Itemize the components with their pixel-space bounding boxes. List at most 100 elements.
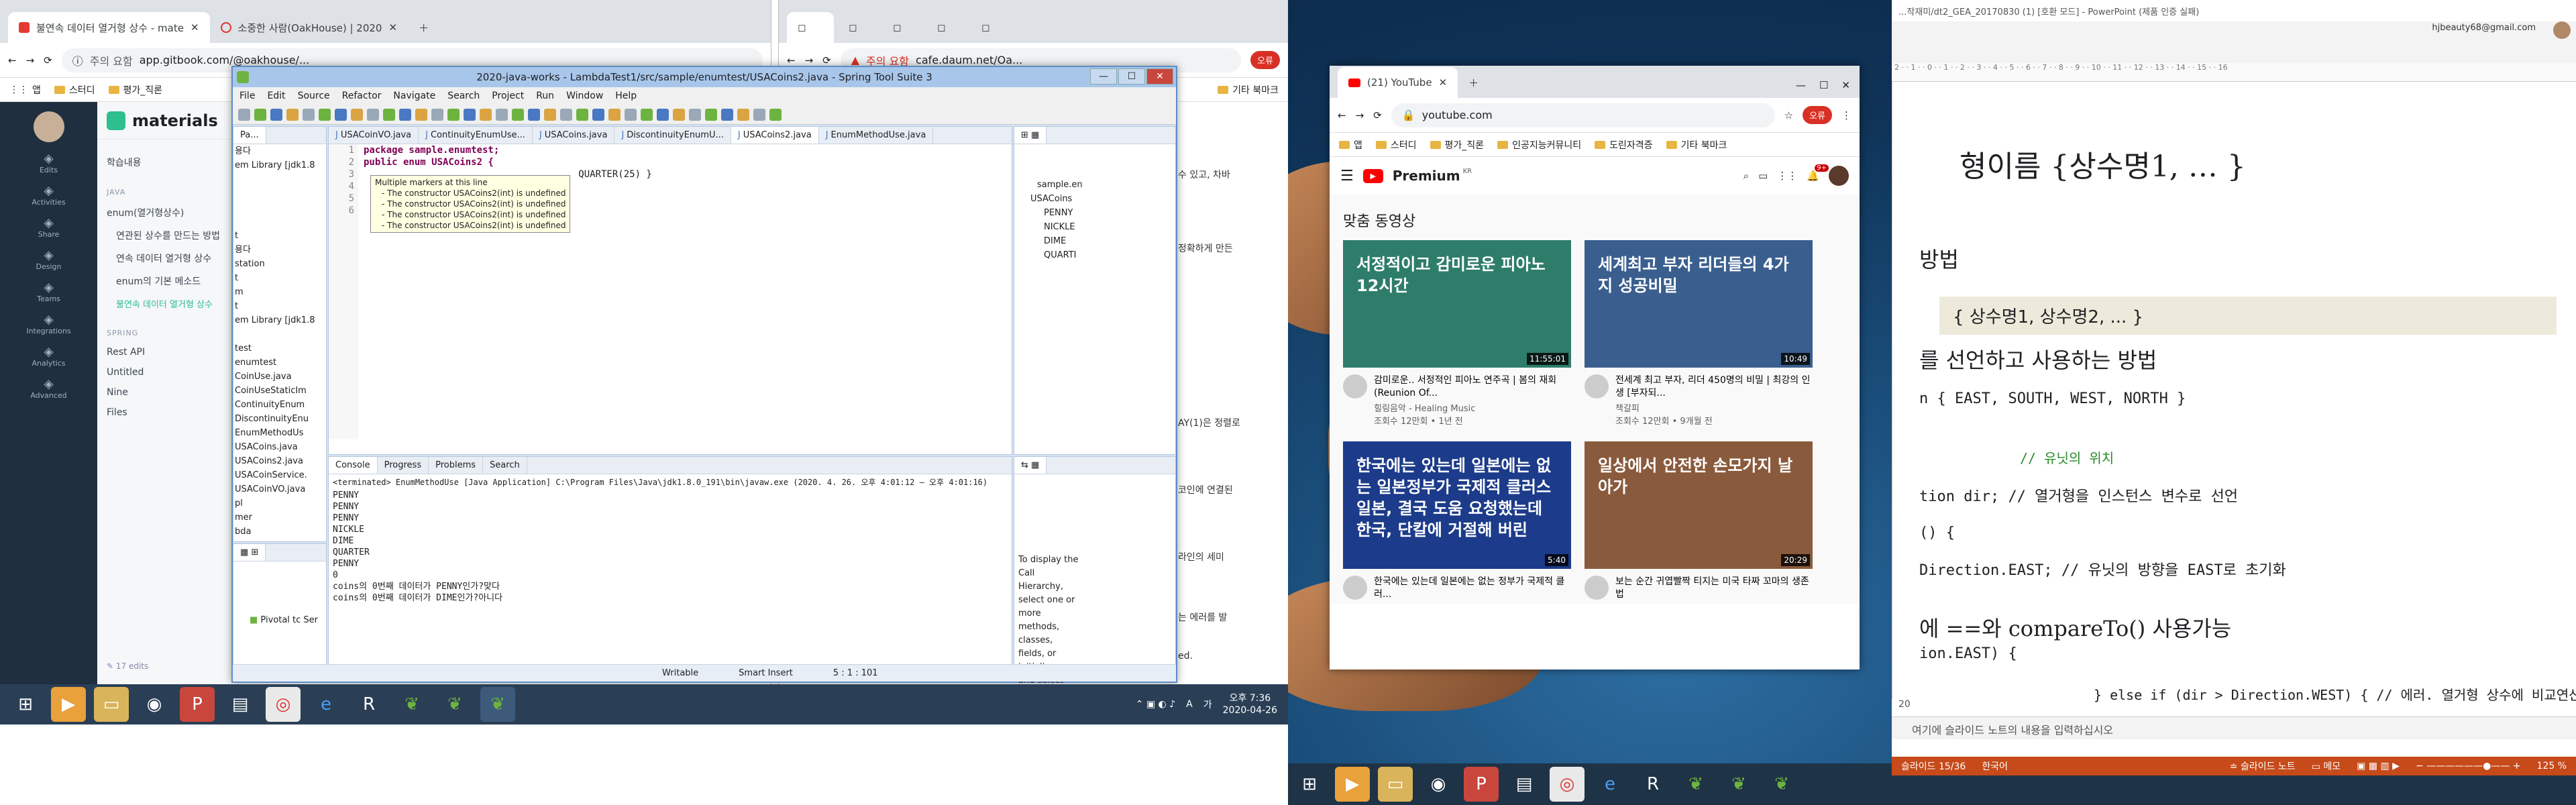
toolbar-icon[interactable] (528, 108, 540, 121)
video-thumbnail[interactable]: 일상에서 안전한 손모가지 날아가 20:29 (1585, 441, 1813, 569)
toolbar-icon[interactable] (705, 108, 717, 121)
app-icon[interactable]: ▶ (51, 687, 86, 722)
video-card[interactable]: 일상에서 안전한 손모가지 날아가 20:29 보는 순간 귀엽빨짝 티지는 미국 … (1585, 441, 1813, 604)
outline-item[interactable]: NICKLE (1030, 220, 1175, 234)
outline-item[interactable]: USACoins (1030, 192, 1175, 206)
channel-avatar[interactable] (1585, 374, 1609, 398)
menu-item[interactable]: Window (566, 91, 603, 101)
tree-item[interactable] (235, 215, 326, 229)
sts-icon[interactable]: ❦ (437, 687, 472, 722)
tree-item[interactable]: em Library [jdk1.8 (235, 313, 326, 327)
chrome-icon[interactable]: ◎ (266, 687, 301, 722)
app-icon[interactable]: ▤ (1507, 767, 1542, 802)
toolbar-icon[interactable] (286, 108, 299, 121)
search-icon[interactable]: ⌕ (1743, 170, 1749, 182)
console-tab[interactable]: Progress (378, 457, 429, 474)
sts-icon[interactable]: ❦ (394, 687, 429, 722)
notes-toggle[interactable]: ≐ 슬라이드 노트 (2230, 759, 2296, 773)
forward-icon[interactable]: → (1356, 109, 1364, 121)
view-buttons[interactable]: ▣ ▦ ▥ ▶ (2357, 761, 2400, 771)
tree-item[interactable]: station (235, 257, 326, 271)
tab-call-hierarchy[interactable]: ⇆ ▦ (1014, 457, 1047, 474)
tree-item[interactable]: EnumMethodUs (235, 426, 326, 440)
rail-item[interactable]: ◈ Advanced (0, 377, 97, 400)
channel-avatar[interactable] (1585, 576, 1609, 600)
nav-item[interactable]: 연관된 상수를 만드는 방법 (116, 229, 222, 242)
chrome-icon[interactable]: ◎ (1550, 767, 1585, 802)
toolbar-icon[interactable] (238, 108, 250, 121)
menu-item[interactable]: Navigate (393, 91, 435, 101)
toolbar-icon[interactable] (608, 108, 621, 121)
editor-tab[interactable]: J DiscontinuityEnumU... (614, 127, 731, 144)
rail-item[interactable]: ◈ Teams (0, 280, 97, 303)
console-tab[interactable]: Search (483, 457, 527, 474)
nav-item[interactable]: enum(열거형상수) (107, 206, 222, 219)
browser-tab[interactable]: ◻ (926, 12, 967, 43)
console-tab[interactable]: Problems (429, 457, 484, 474)
youtube-logo-icon[interactable]: ▶ (1362, 168, 1383, 183)
zoom-slider[interactable]: − ——————●—— + (2416, 761, 2521, 771)
video-thumbnail[interactable]: 서정적이고 감미로운 피아노 12시간 11:55:01 (1343, 240, 1571, 368)
profile-button[interactable]: 오류 (1803, 106, 1832, 124)
back-icon[interactable]: ← (8, 54, 17, 66)
tree-item[interactable]: 용다 (235, 243, 326, 257)
forward-icon[interactable]: → (26, 54, 35, 66)
browser-tab[interactable]: 소중한 사람(OakHouse) | 2020 ✕ (210, 12, 409, 43)
bookmark-item[interactable]: 기타 북마크 (1666, 138, 1727, 152)
new-tab-button[interactable]: ＋ (1458, 67, 1489, 98)
sts-icon[interactable]: ❦ (1678, 767, 1713, 802)
toolbar-icon[interactable] (657, 108, 669, 121)
toolbar-icon[interactable] (367, 108, 379, 121)
tree-item[interactable]: 용다 (235, 144, 326, 158)
browser-tab[interactable]: ◻ (787, 12, 834, 43)
toolbar-icon[interactable] (753, 108, 765, 121)
maximize-button[interactable]: ☐ (1118, 68, 1145, 85)
nav-item[interactable]: Untitled (107, 367, 222, 378)
reload-icon[interactable]: ⟳ (44, 54, 52, 66)
rail-item[interactable]: ◈ Share (0, 216, 97, 239)
console-tab[interactable]: Console (329, 457, 378, 474)
tree-item[interactable]: USACoinVO.java (235, 482, 326, 496)
comments-toggle[interactable]: ▭ 메모 (2312, 759, 2341, 773)
toolbar-icon[interactable] (447, 108, 460, 121)
toolbar-icon[interactable] (544, 108, 556, 121)
tree-item[interactable]: pl (235, 496, 326, 511)
toolbar-icon[interactable] (383, 108, 395, 121)
menu-item[interactable]: Edit (267, 91, 285, 101)
tray-icons[interactable]: ⌃ ▣ ◐ ♪ (1136, 699, 1175, 710)
close-icon[interactable]: ✕ (191, 21, 199, 34)
toolbar-icon[interactable] (480, 108, 492, 121)
logo-text[interactable]: Premium (1393, 168, 1460, 184)
toolbar-icon[interactable] (270, 108, 282, 121)
tree-item[interactable] (235, 186, 326, 201)
channel-name[interactable]: 힐링음악 - Healing Music (1374, 402, 1571, 415)
slide-canvas[interactable]: 형이름 {상수명1, … } 방법 { 상수명1, 상수명2, ... } 를 선언하… (1892, 82, 2576, 703)
toolbar-icon[interactable] (737, 108, 749, 121)
notes-pane[interactable]: 여기에 슬라이드 노트의 내용을 입력하십시오 (1892, 716, 2576, 739)
tree-item[interactable]: test (235, 341, 326, 356)
ime-icon[interactable]: 가 (1203, 698, 1212, 711)
r-app-icon[interactable]: R (1635, 767, 1670, 802)
reload-icon[interactable]: ⟳ (1373, 109, 1382, 121)
maximize-button[interactable]: ☐ (1819, 79, 1828, 91)
channel-avatar[interactable] (1343, 576, 1367, 600)
nav-item[interactable]: Rest API (107, 347, 222, 358)
outline-item[interactable]: DIME (1030, 234, 1175, 248)
close-button[interactable]: ✕ (1841, 79, 1850, 91)
menu-item[interactable]: File (239, 91, 255, 101)
bookmark-item[interactable]: ⋮⋮ 앱 (9, 83, 41, 97)
toolbar-icon[interactable] (399, 108, 411, 121)
video-card[interactable]: 서정적이고 감미로운 피아노 12시간 11:55:01 감미로운.. 서정적인 피… (1343, 240, 1571, 428)
menu-item[interactable]: Source (298, 91, 330, 101)
toolbar-icon[interactable] (592, 108, 604, 121)
channel-name[interactable]: 책갈피 (1615, 402, 1813, 415)
app-icon[interactable]: ▤ (223, 687, 258, 722)
video-card[interactable]: 한국에는 있는데 일본에는 없는 일본정부가 국제적 클러스 일본, 결국 도움… (1343, 441, 1571, 604)
nav-item[interactable]: enum의 기본 메소드 (116, 274, 222, 288)
browser-tab[interactable]: (21) YouTube ✕ (1338, 67, 1458, 98)
avatar[interactable] (1829, 166, 1849, 186)
toolbar-icon[interactable] (431, 108, 443, 121)
toolbar-icon[interactable] (254, 108, 266, 121)
tree-item[interactable]: enumtest (235, 356, 326, 370)
hamburger-icon[interactable]: ☰ (1340, 168, 1354, 184)
